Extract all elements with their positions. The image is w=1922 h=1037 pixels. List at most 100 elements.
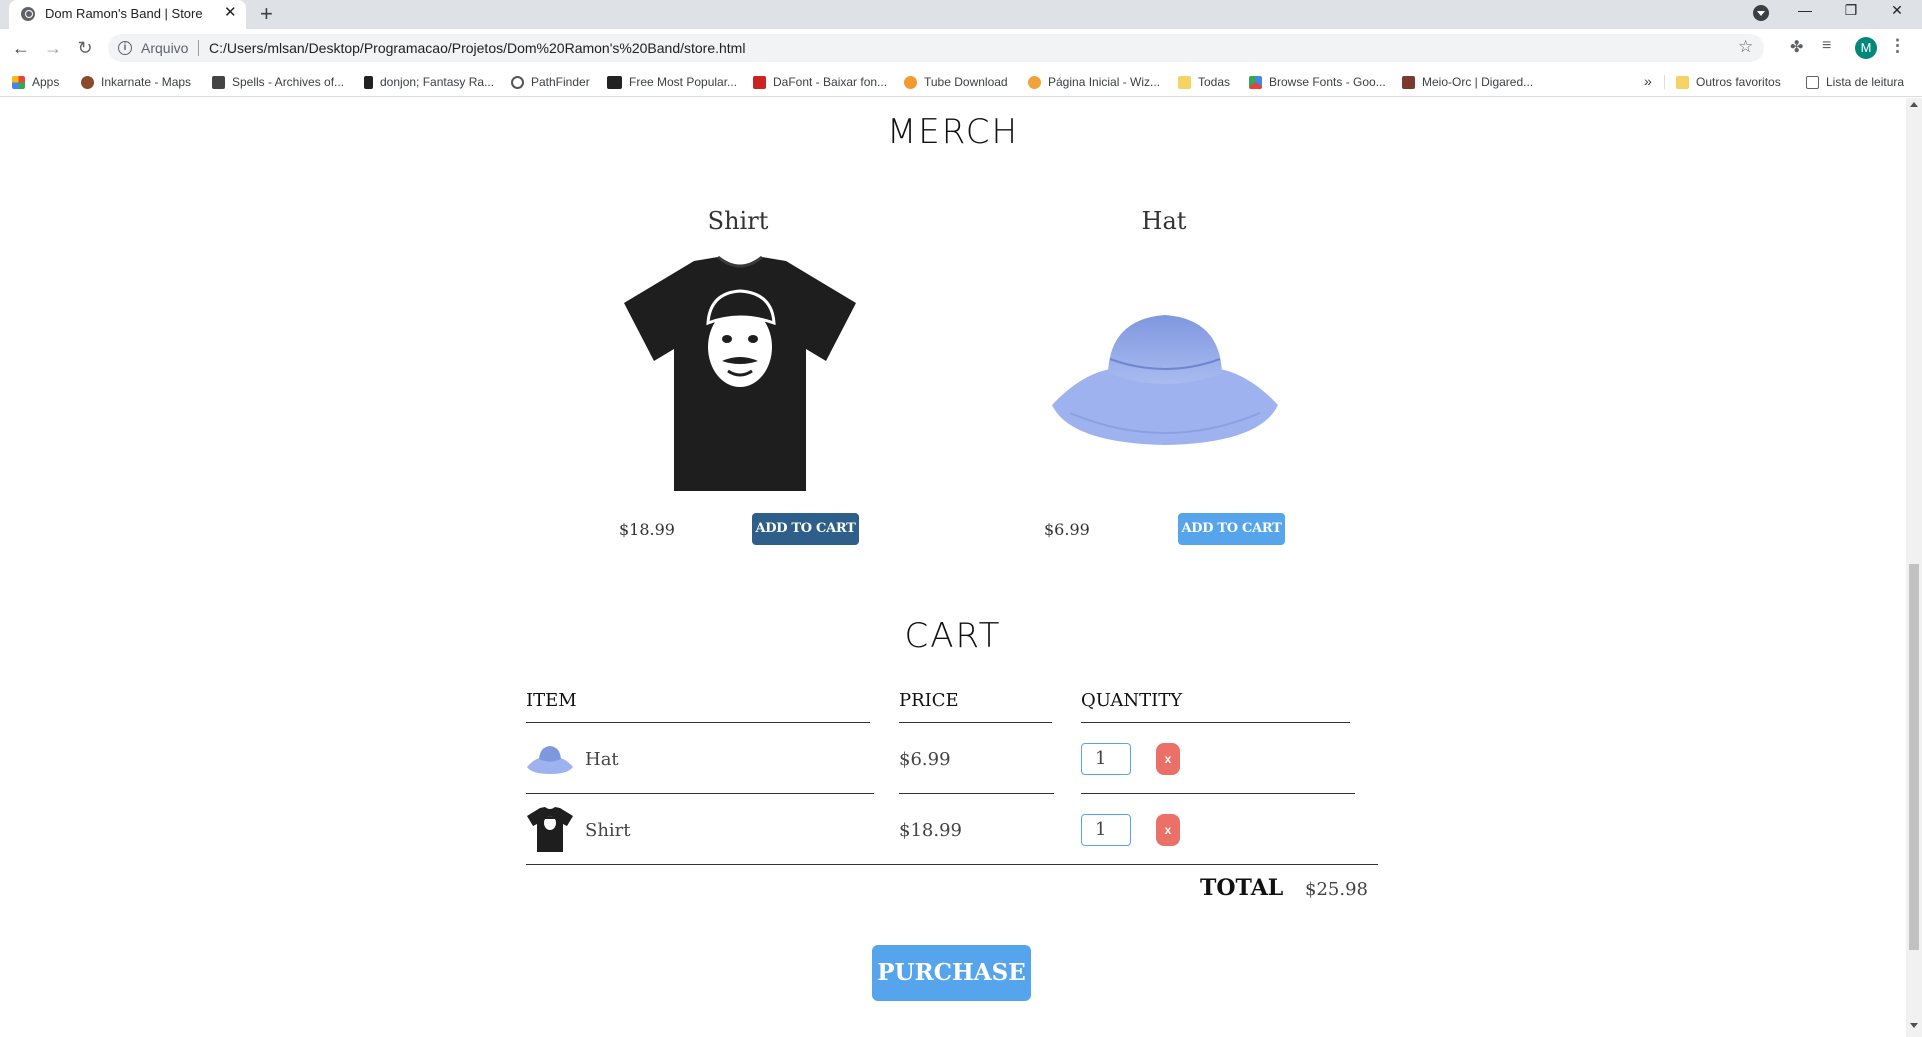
google-fonts-icon <box>1249 75 1262 89</box>
forward-arrow-icon[interactable]: → <box>40 35 66 61</box>
cart-row-hat-remove-button[interactable]: x <box>1156 743 1180 775</box>
cart-row-shirt-remove-button[interactable]: x <box>1156 814 1180 846</box>
product-name-shirt: Shirt <box>707 207 769 235</box>
inkarnate-icon <box>81 75 94 89</box>
bookmark-lista-de-leitura[interactable]: Lista de leitura <box>1806 74 1904 90</box>
apps-grid-icon <box>12 75 25 89</box>
bookmark-label: Outros favoritos <box>1696 75 1781 89</box>
bookmark-label: Spells - Archives of... <box>232 75 345 89</box>
tab-title: Dom Ramon's Band | Store <box>45 6 203 21</box>
scrollbar-thumb[interactable] <box>1909 564 1919 950</box>
bookmark-label: Lista de leitura <box>1826 75 1905 89</box>
cart-row-hat-price: $6.99 <box>899 749 951 770</box>
spells-icon <box>212 75 225 89</box>
cart-row-shirt-name: Shirt <box>585 820 631 841</box>
cart-section-title: CART <box>904 616 1002 656</box>
bookmark-label: Browse Fonts - Goo... <box>1269 75 1386 89</box>
kebab-menu-icon[interactable]: ⋮ <box>1889 36 1906 56</box>
folder-icon <box>1676 75 1689 89</box>
cart-header-divider <box>526 722 870 723</box>
extensions-puzzle-icon[interactable]: ✤ <box>1790 37 1803 57</box>
bookmark-label: Meio-Orc | Digared... <box>1422 75 1534 89</box>
profile-avatar[interactable]: M <box>1855 37 1877 59</box>
bookmark-apps[interactable]: Apps <box>12 74 59 90</box>
bookmark-inkarnate[interactable]: Inkarnate - Maps <box>81 74 191 90</box>
cart-row-hat-quantity-input[interactable]: 1 <box>1081 743 1131 775</box>
browser-toolbar: ← → ↻ i Arquivo C:/Users/mlsan/Desktop/P… <box>0 29 1922 67</box>
shirt-image <box>624 255 856 491</box>
close-window-button[interactable]: ✕ <box>1874 0 1920 22</box>
bookmark-label: donjon; Fantasy Ra... <box>380 75 495 89</box>
bookmark-todas[interactable]: Todas <box>1178 74 1230 90</box>
product-name-hat: Hat <box>1141 207 1187 235</box>
wiz-icon <box>1028 75 1041 89</box>
bookmark-outros-favoritos[interactable]: Outros favoritos <box>1676 74 1781 90</box>
media-queue-icon[interactable]: ≡ <box>1822 37 1831 55</box>
bookmark-spells[interactable]: Spells - Archives of... <box>212 74 344 90</box>
bookmark-google-fonts[interactable]: Browse Fonts - Goo... <box>1249 74 1386 90</box>
bookmark-tube-download[interactable]: Tube Download <box>904 74 1008 90</box>
scroll-down-arrow-icon[interactable] <box>1910 1023 1918 1028</box>
new-tab-button[interactable]: + <box>260 2 273 26</box>
url-text[interactable]: C:/Users/mlsan/Desktop/Programacao/Proje… <box>209 40 745 56</box>
meio-orc-icon <box>1402 75 1415 89</box>
add-to-cart-button-hat[interactable]: ADD TO CART <box>1178 513 1285 545</box>
tube-download-icon <box>904 75 917 89</box>
address-bar[interactable]: i Arquivo C:/Users/mlsan/Desktop/Program… <box>108 34 1764 62</box>
cart-row-shirt-quantity-input[interactable]: 1 <box>1081 814 1131 846</box>
bookmarks-separator <box>1664 75 1665 89</box>
back-arrow-icon[interactable]: ← <box>8 35 34 61</box>
scroll-up-arrow-icon[interactable] <box>1910 102 1918 107</box>
cart-total-divider <box>526 864 1378 865</box>
origin-chip: Arquivo <box>141 40 189 56</box>
bookmark-label: Tube Download <box>924 75 1008 89</box>
cart-row-divider <box>1081 793 1355 794</box>
bookmark-meio-orc[interactable]: Meio-Orc | Digared... <box>1402 74 1533 90</box>
bookmark-label: Free Most Popular... <box>629 75 738 89</box>
cart-header-divider <box>899 722 1052 723</box>
bookmarks-bar: Apps Inkarnate - Maps Spells - Archives … <box>0 67 1922 97</box>
tab-search-icon[interactable] <box>1753 5 1769 21</box>
tab-close-icon[interactable]: ✕ <box>224 4 237 22</box>
cart-header-item: ITEM <box>526 690 577 711</box>
cart-header-price: PRICE <box>899 690 959 711</box>
page-scrollbar[interactable] <box>1906 98 1922 1037</box>
reading-list-icon <box>1806 75 1819 89</box>
bookmark-donjon[interactable]: donjon; Fantasy Ra... <box>364 74 494 90</box>
cart-header-divider <box>1081 722 1350 723</box>
pd-icon <box>607 75 622 89</box>
cart-header-quantity: QUANTITY <box>1081 690 1183 711</box>
bookmark-label: PathFinder <box>531 75 590 89</box>
bookmark-wiz[interactable]: Página Inicial - Wiz... <box>1028 74 1160 90</box>
address-separator <box>198 40 199 56</box>
purchase-button[interactable]: PURCHASE <box>872 945 1031 1001</box>
bookmark-pd[interactable]: Free Most Popular... <box>607 74 737 90</box>
restore-button[interactable]: ❐ <box>1828 0 1874 22</box>
star-bookmark-icon[interactable]: ☆ <box>1738 37 1753 57</box>
cart-row-hat-thumbnail <box>527 746 573 774</box>
page-viewport: MERCH Shirt $18.99 ADD TO CART Hat $6.99… <box>0 98 1906 1037</box>
globe-icon <box>21 7 35 21</box>
bookmarks-overflow-chevron-icon[interactable]: » <box>1644 73 1652 89</box>
bookmark-label: Todas <box>1198 75 1231 89</box>
info-icon[interactable]: i <box>118 41 132 55</box>
bookmark-pathfinder[interactable]: PathFinder <box>511 74 590 90</box>
browser-tab[interactable]: Dom Ramon's Band | Store ✕ <box>9 0 246 29</box>
dafont-icon <box>753 75 766 89</box>
cart-row-hat-name: Hat <box>585 749 619 770</box>
bookmark-dafont[interactable]: DaFont - Baixar fon... <box>753 74 887 90</box>
minimize-button[interactable]: — <box>1782 0 1828 22</box>
reload-icon[interactable]: ↻ <box>72 35 98 61</box>
folder-icon <box>1178 75 1191 89</box>
cart-row-shirt-thumbnail <box>527 807 573 852</box>
pathfinder-icon <box>511 75 524 89</box>
bookmark-label: Página Inicial - Wiz... <box>1048 75 1161 89</box>
bookmark-label: Apps <box>32 75 60 89</box>
tab-strip: Dom Ramon's Band | Store ✕ + — ❐ ✕ <box>0 0 1922 29</box>
cart-total-price: $25.98 <box>1305 879 1368 900</box>
cart-row-shirt-price: $18.99 <box>899 820 962 841</box>
donjon-icon <box>364 75 373 89</box>
add-to-cart-button-shirt[interactable]: ADD TO CART <box>752 513 859 545</box>
cart-row-divider <box>526 793 874 794</box>
product-price-shirt: $18.99 <box>619 520 675 539</box>
